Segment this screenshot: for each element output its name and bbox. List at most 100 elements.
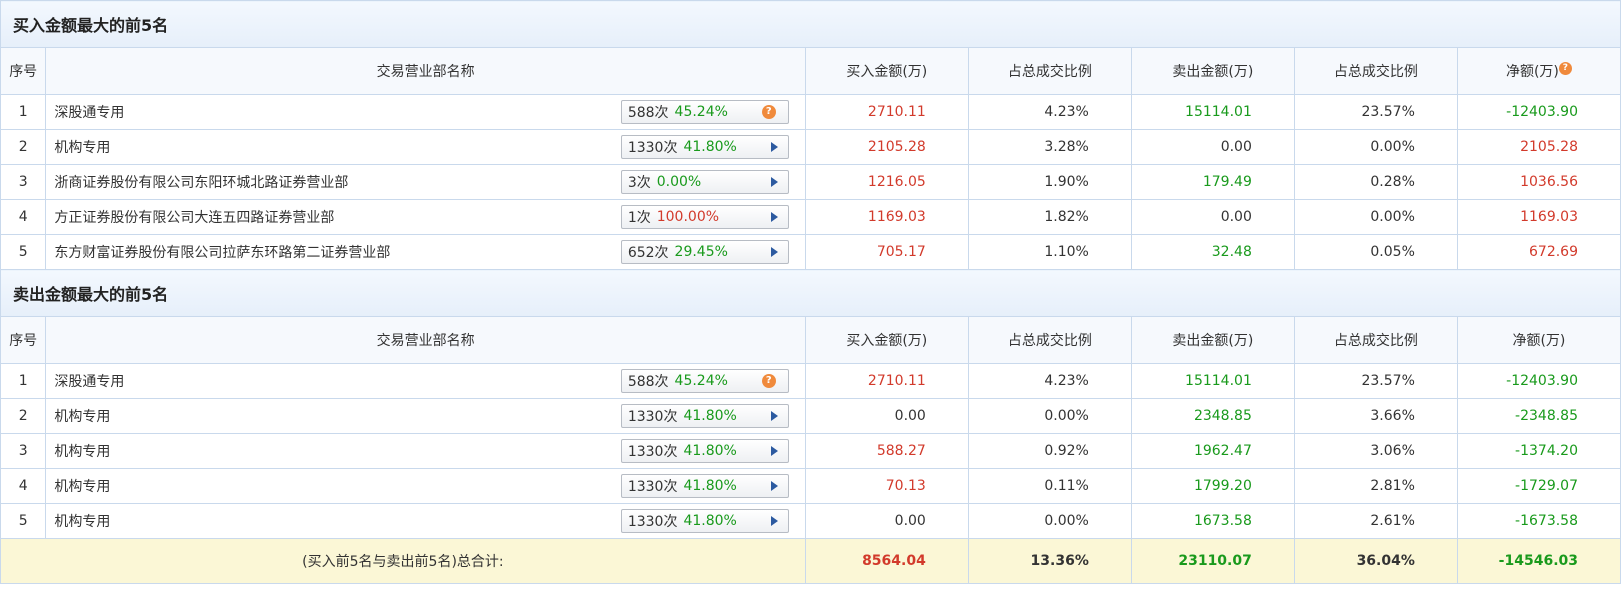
rank-cell: 2 xyxy=(0,398,47,434)
broker-stats-button[interactable]: 1330次 41.80% xyxy=(620,474,789,498)
broker-stats-button[interactable]: 1次 100.00% xyxy=(620,205,789,229)
net-amount-cell: 1036.56 xyxy=(1456,164,1621,200)
broker-stats-button[interactable]: 588次 45.24%? xyxy=(620,100,789,124)
sell-ratio-cell: 0.00% xyxy=(1293,129,1458,165)
trade-count: 588次 xyxy=(627,105,669,121)
net-amount-cell: -2348.85 xyxy=(1456,398,1621,434)
play-arrow-icon xyxy=(770,516,778,526)
broker-stats-button[interactable]: 588次 45.24%? xyxy=(620,369,789,393)
play-arrow-icon xyxy=(770,142,778,152)
column-header: 卖出金额(万) xyxy=(1130,47,1295,95)
buy-ratio-cell: 0.00% xyxy=(967,503,1132,539)
play-arrow-icon xyxy=(770,247,778,257)
column-header: 占总成交比例 xyxy=(1293,47,1458,95)
broker-cell: 机构专用 1330次 41.80% xyxy=(45,503,806,539)
sell-ratio-cell: 3.06% xyxy=(1293,433,1458,469)
lhb-table: 买入金额最大的前5名 序号 交易营业部名称 买入金额(万) 占总成交比例 卖出金额(万) 占… xyxy=(0,0,1621,584)
play-arrow-icon xyxy=(770,481,778,491)
column-header: 买入金额(万) xyxy=(804,47,969,95)
trade-count: 1330次 xyxy=(627,514,678,530)
table-row: 4 机构专用 1330次 41.80% 70.13 0.11% 1799.20 2.81% -1… xyxy=(0,468,1621,504)
total-net-amount: -14546.03 xyxy=(1456,538,1621,584)
broker-cell-content: 浙商证券股份有限公司东阳环城北路证券营业部 3次 0.00% xyxy=(54,170,804,194)
column-header-label: 占总成交比例 xyxy=(1333,64,1418,80)
win-rate: 41.80% xyxy=(683,513,737,529)
column-header-label: 交易营业部名称 xyxy=(376,64,475,80)
column-header-label: 占总成交比例 xyxy=(1333,333,1418,349)
sell-ratio-cell: 0.28% xyxy=(1293,164,1458,200)
broker-name: 东方财富证券股份有限公司拉萨东环路第二证券营业部 xyxy=(54,245,391,261)
buy-amount-cell: 2710.11 xyxy=(804,363,969,399)
column-header-label: 序号 xyxy=(9,333,38,349)
column-header-label: 交易营业部名称 xyxy=(376,333,475,349)
broker-stats-button[interactable]: 1330次 41.80% xyxy=(620,439,789,463)
win-rate: 41.80% xyxy=(683,408,737,424)
column-header-label: 卖出金额(万) xyxy=(1172,64,1254,80)
broker-cell: 方正证券股份有限公司大连五四路证券营业部 1次 100.00% xyxy=(45,199,806,235)
broker-cell: 深股通专用 588次 45.24%? xyxy=(45,363,806,399)
total-sell-amount: 23110.07 xyxy=(1130,538,1295,584)
broker-stats-button[interactable]: 3次 0.00% xyxy=(620,170,789,194)
trade-count: 1次 xyxy=(627,210,651,226)
column-header-label: 序号 xyxy=(9,64,38,80)
column-header: 占总成交比例 xyxy=(1293,316,1458,364)
win-rate: 100.00% xyxy=(656,209,720,225)
net-amount-cell: -1374.20 xyxy=(1456,433,1621,469)
sell-ratio-cell: 23.57% xyxy=(1293,94,1458,130)
net-amount-cell: -1673.58 xyxy=(1456,503,1621,539)
table-row: 1 深股通专用 588次 45.24%? 2710.11 4.23% 15114.01 23.… xyxy=(0,363,1621,399)
column-header-label: 买入金额(万) xyxy=(846,64,928,80)
net-amount-cell: 1169.03 xyxy=(1456,199,1621,235)
buy-amount-cell: 70.13 xyxy=(804,468,969,504)
sell-amount-cell: 2348.85 xyxy=(1130,398,1295,434)
buy-amount-cell: 2710.11 xyxy=(804,94,969,130)
buy-top5-title-row: 买入金额最大的前5名 xyxy=(0,0,1621,48)
buy-ratio-cell: 0.92% xyxy=(967,433,1132,469)
broker-cell-content: 东方财富证券股份有限公司拉萨东环路第二证券营业部 652次 29.45% xyxy=(54,240,804,264)
sell-amount-cell: 1962.47 xyxy=(1130,433,1295,469)
net-amount-cell: -12403.90 xyxy=(1456,94,1621,130)
sell-amount-cell: 1799.20 xyxy=(1130,468,1295,504)
column-header: 交易营业部名称 xyxy=(45,316,806,364)
trade-count: 1330次 xyxy=(627,479,678,495)
sell-ratio-cell: 0.00% xyxy=(1293,199,1458,235)
buy-ratio-cell: 1.10% xyxy=(967,234,1132,270)
win-rate: 45.24% xyxy=(674,373,728,389)
win-rate: 41.80% xyxy=(683,478,737,494)
sell-ratio-cell: 23.57% xyxy=(1293,363,1458,399)
sell-top5-title-row: 卖出金额最大的前5名 xyxy=(0,269,1621,317)
rank-cell: 1 xyxy=(0,363,47,399)
broker-cell-content: 方正证券股份有限公司大连五四路证券营业部 1次 100.00% xyxy=(54,205,804,229)
broker-name: 方正证券股份有限公司大连五四路证券营业部 xyxy=(54,210,335,226)
broker-name: 深股通专用 xyxy=(54,374,125,390)
table-row: 1 深股通专用 588次 45.24%? 2710.11 4.23% 15114.01 23.… xyxy=(0,94,1621,130)
buy-amount-cell: 2105.28 xyxy=(804,129,969,165)
question-icon[interactable]: ? xyxy=(1558,62,1572,76)
broker-cell-content: 机构专用 1330次 41.80% xyxy=(54,404,804,428)
table-row: 3 机构专用 1330次 41.80% 588.27 0.92% 1962.47 3.06% -… xyxy=(0,433,1621,469)
buy-ratio-cell: 0.11% xyxy=(967,468,1132,504)
column-header: 序号 xyxy=(0,47,47,95)
buy-top5-title: 买入金额最大的前5名 xyxy=(0,0,1621,48)
column-header-label: 卖出金额(万) xyxy=(1172,333,1254,349)
broker-stats-button[interactable]: 1330次 41.80% xyxy=(620,135,789,159)
broker-cell-content: 深股通专用 588次 45.24%? xyxy=(54,100,804,124)
broker-stats-button[interactable]: 652次 29.45% xyxy=(620,240,789,264)
broker-name: 机构专用 xyxy=(54,444,111,460)
sell-ratio-cell: 3.66% xyxy=(1293,398,1458,434)
sell-amount-cell: 1673.58 xyxy=(1130,503,1295,539)
broker-cell-content: 深股通专用 588次 45.24%? xyxy=(54,369,804,393)
broker-stats-button[interactable]: 1330次 41.80% xyxy=(620,404,789,428)
broker-stats-button[interactable]: 1330次 41.80% xyxy=(620,509,789,533)
column-header: 占总成交比例 xyxy=(967,47,1132,95)
net-amount-cell: 2105.28 xyxy=(1456,129,1621,165)
table-row: 5 机构专用 1330次 41.80% 0.00 0.00% 1673.58 2.61% -16… xyxy=(0,503,1621,539)
column-header-label: 占总成交比例 xyxy=(1007,333,1092,349)
column-header-label: 占总成交比例 xyxy=(1007,64,1092,80)
buy-ratio-cell: 4.23% xyxy=(967,363,1132,399)
column-header: 交易营业部名称 xyxy=(45,47,806,95)
total-buy-amount: 8564.04 xyxy=(804,538,969,584)
trade-count: 1330次 xyxy=(627,409,678,425)
rank-cell: 1 xyxy=(0,94,47,130)
buy-amount-cell: 705.17 xyxy=(804,234,969,270)
